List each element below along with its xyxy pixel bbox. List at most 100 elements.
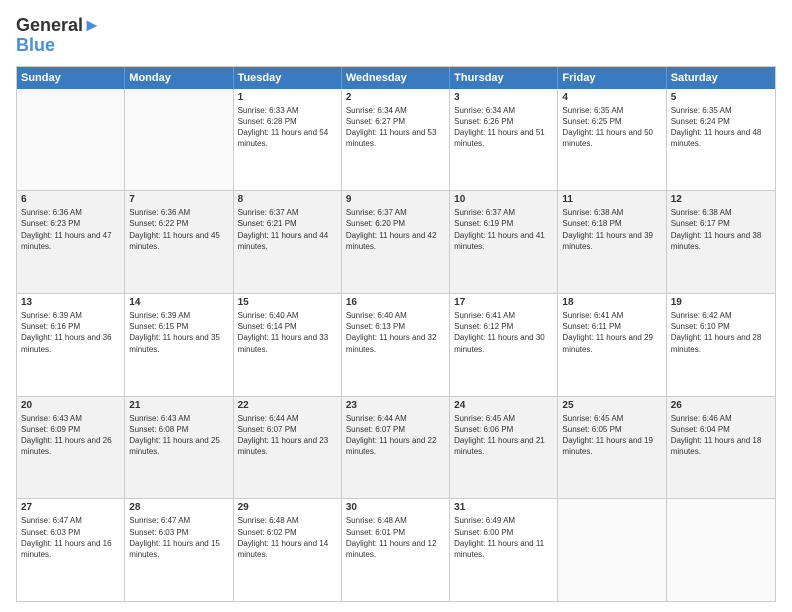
day-number: 22 bbox=[238, 400, 337, 411]
page: General► Blue SundayMondayTuesdayWednesd… bbox=[0, 0, 792, 612]
calendar-cell: 23 Sunrise: 6:44 AMSunset: 6:07 PMDayligh… bbox=[342, 397, 450, 499]
day-info: Sunrise: 6:41 AMSunset: 6:11 PMDaylight:… bbox=[562, 310, 661, 355]
calendar-cell bbox=[558, 499, 666, 601]
weekday-header-wednesday: Wednesday bbox=[342, 67, 450, 89]
day-info: Sunrise: 6:36 AMSunset: 6:23 PMDaylight:… bbox=[21, 207, 120, 252]
day-info: Sunrise: 6:42 AMSunset: 6:10 PMDaylight:… bbox=[671, 310, 771, 355]
calendar-cell: 28Sunrise: 6:47 AMSunset: 6:03 PMDayligh… bbox=[125, 499, 233, 601]
calendar-cell: 26 Sunrise: 6:46 AMSunset: 6:04 PMDayligh… bbox=[667, 397, 775, 499]
weekday-header-saturday: Saturday bbox=[667, 67, 775, 89]
day-number: 3 bbox=[454, 92, 553, 103]
day-number: 6 bbox=[21, 194, 120, 205]
calendar-cell: 30Sunrise: 6:48 AMSunset: 6:01 PMDayligh… bbox=[342, 499, 450, 601]
day-number: 7 bbox=[129, 194, 228, 205]
calendar-cell: 24 Sunrise: 6:45 AMSunset: 6:06 PMDayligh… bbox=[450, 397, 558, 499]
calendar-cell: 17 Sunrise: 6:41 AMSunset: 6:12 PMDayligh… bbox=[450, 294, 558, 396]
day-number: 21 bbox=[129, 400, 228, 411]
day-info: Sunrise: 6:48 AMSunset: 6:02 PMDaylight:… bbox=[238, 515, 337, 560]
day-info: Sunrise: 6:39 AMSunset: 6:15 PMDaylight:… bbox=[129, 310, 228, 355]
day-info: Sunrise: 6:47 AMSunset: 6:03 PMDaylight:… bbox=[129, 515, 228, 560]
day-number: 10 bbox=[454, 194, 553, 205]
calendar-header: SundayMondayTuesdayWednesdayThursdayFrid… bbox=[17, 67, 775, 89]
day-number: 16 bbox=[346, 297, 445, 308]
day-number: 20 bbox=[21, 400, 120, 411]
calendar-cell: 21Sunrise: 6:43 AMSunset: 6:08 PMDayligh… bbox=[125, 397, 233, 499]
day-number: 15 bbox=[238, 297, 337, 308]
calendar-cell bbox=[667, 499, 775, 601]
weekday-header-tuesday: Tuesday bbox=[234, 67, 342, 89]
day-info: Sunrise: 6:41 AMSunset: 6:12 PMDaylight:… bbox=[454, 310, 553, 355]
calendar-cell: 29 Sunrise: 6:48 AMSunset: 6:02 PMDayligh… bbox=[234, 499, 342, 601]
day-info: Sunrise: 6:40 AMSunset: 6:13 PMDaylight:… bbox=[346, 310, 445, 355]
calendar-cell: 13 Sunrise: 6:39 AMSunset: 6:16 PMDayligh… bbox=[17, 294, 125, 396]
calendar-cell: 27 Sunrise: 6:47 AMSunset: 6:03 PMDayligh… bbox=[17, 499, 125, 601]
day-number: 9 bbox=[346, 194, 445, 205]
day-number: 29 bbox=[238, 502, 337, 513]
calendar-cell: 25 Sunrise: 6:45 AMSunset: 6:05 PMDayligh… bbox=[558, 397, 666, 499]
calendar-cell: 14Sunrise: 6:39 AMSunset: 6:15 PMDayligh… bbox=[125, 294, 233, 396]
logo-blue: Blue bbox=[16, 36, 101, 56]
weekday-header-monday: Monday bbox=[125, 67, 233, 89]
day-info: Sunrise: 6:38 AMSunset: 6:17 PMDaylight:… bbox=[671, 207, 771, 252]
day-number: 25 bbox=[562, 400, 661, 411]
day-number: 5 bbox=[671, 92, 771, 103]
calendar-cell: 18Sunrise: 6:41 AMSunset: 6:11 PMDayligh… bbox=[558, 294, 666, 396]
calendar-cell: 16 Sunrise: 6:40 AMSunset: 6:13 PMDayligh… bbox=[342, 294, 450, 396]
day-info: Sunrise: 6:33 AMSunset: 6:28 PMDaylight:… bbox=[238, 105, 337, 150]
calendar-cell: 4Sunrise: 6:35 AMSunset: 6:25 PMDaylight… bbox=[558, 89, 666, 191]
calendar: SundayMondayTuesdayWednesdayThursdayFrid… bbox=[16, 66, 776, 602]
day-info: Sunrise: 6:38 AMSunset: 6:18 PMDaylight:… bbox=[562, 207, 661, 252]
day-info: Sunrise: 6:48 AMSunset: 6:01 PMDaylight:… bbox=[346, 515, 445, 560]
calendar-cell: 10 Sunrise: 6:37 AMSunset: 6:19 PMDayligh… bbox=[450, 191, 558, 293]
day-info: Sunrise: 6:37 AMSunset: 6:19 PMDaylight:… bbox=[454, 207, 553, 252]
calendar-cell bbox=[125, 89, 233, 191]
calendar-cell: 1 Sunrise: 6:33 AMSunset: 6:28 PMDaylight… bbox=[234, 89, 342, 191]
day-number: 19 bbox=[671, 297, 771, 308]
calendar-cell: 12 Sunrise: 6:38 AMSunset: 6:17 PMDayligh… bbox=[667, 191, 775, 293]
day-number: 23 bbox=[346, 400, 445, 411]
calendar-cell bbox=[17, 89, 125, 191]
day-number: 27 bbox=[21, 502, 120, 513]
day-info: Sunrise: 6:40 AMSunset: 6:14 PMDaylight:… bbox=[238, 310, 337, 355]
day-info: Sunrise: 6:34 AMSunset: 6:26 PMDaylight:… bbox=[454, 105, 553, 150]
day-info: Sunrise: 6:44 AMSunset: 6:07 PMDaylight:… bbox=[238, 413, 337, 458]
day-info: Sunrise: 6:43 AMSunset: 6:09 PMDaylight:… bbox=[21, 413, 120, 458]
day-info: Sunrise: 6:37 AMSunset: 6:20 PMDaylight:… bbox=[346, 207, 445, 252]
calendar-week-4: 20 Sunrise: 6:43 AMSunset: 6:09 PMDayligh… bbox=[17, 397, 775, 500]
calendar-cell: 11Sunrise: 6:38 AMSunset: 6:18 PMDayligh… bbox=[558, 191, 666, 293]
day-number: 13 bbox=[21, 297, 120, 308]
calendar-cell: 19 Sunrise: 6:42 AMSunset: 6:10 PMDayligh… bbox=[667, 294, 775, 396]
day-number: 26 bbox=[671, 400, 771, 411]
day-number: 12 bbox=[671, 194, 771, 205]
weekday-header-sunday: Sunday bbox=[17, 67, 125, 89]
calendar-cell: 5 Sunrise: 6:35 AMSunset: 6:24 PMDaylight… bbox=[667, 89, 775, 191]
calendar-body: 1 Sunrise: 6:33 AMSunset: 6:28 PMDaylight… bbox=[17, 89, 775, 601]
calendar-week-3: 13 Sunrise: 6:39 AMSunset: 6:16 PMDayligh… bbox=[17, 294, 775, 397]
day-number: 24 bbox=[454, 400, 553, 411]
day-info: Sunrise: 6:44 AMSunset: 6:07 PMDaylight:… bbox=[346, 413, 445, 458]
day-info: Sunrise: 6:35 AMSunset: 6:24 PMDaylight:… bbox=[671, 105, 771, 150]
day-info: Sunrise: 6:45 AMSunset: 6:06 PMDaylight:… bbox=[454, 413, 553, 458]
calendar-week-1: 1 Sunrise: 6:33 AMSunset: 6:28 PMDaylight… bbox=[17, 89, 775, 192]
logo: General► Blue bbox=[16, 16, 101, 56]
calendar-cell: 2Sunrise: 6:34 AMSunset: 6:27 PMDaylight… bbox=[342, 89, 450, 191]
day-info: Sunrise: 6:46 AMSunset: 6:04 PMDaylight:… bbox=[671, 413, 771, 458]
calendar-cell: 6 Sunrise: 6:36 AMSunset: 6:23 PMDaylight… bbox=[17, 191, 125, 293]
calendar-cell: 22 Sunrise: 6:44 AMSunset: 6:07 PMDayligh… bbox=[234, 397, 342, 499]
day-info: Sunrise: 6:45 AMSunset: 6:05 PMDaylight:… bbox=[562, 413, 661, 458]
day-info: Sunrise: 6:49 AMSunset: 6:00 PMDaylight:… bbox=[454, 515, 553, 560]
logo-triangle: ► bbox=[83, 15, 101, 35]
calendar-week-5: 27 Sunrise: 6:47 AMSunset: 6:03 PMDayligh… bbox=[17, 499, 775, 601]
logo-text: General► Blue bbox=[16, 16, 101, 56]
day-number: 4 bbox=[562, 92, 661, 103]
calendar-cell: 15 Sunrise: 6:40 AMSunset: 6:14 PMDayligh… bbox=[234, 294, 342, 396]
calendar-cell: 20 Sunrise: 6:43 AMSunset: 6:09 PMDayligh… bbox=[17, 397, 125, 499]
day-info: Sunrise: 6:34 AMSunset: 6:27 PMDaylight:… bbox=[346, 105, 445, 150]
calendar-cell: 7Sunrise: 6:36 AMSunset: 6:22 PMDaylight… bbox=[125, 191, 233, 293]
day-number: 1 bbox=[238, 92, 337, 103]
day-info: Sunrise: 6:39 AMSunset: 6:16 PMDaylight:… bbox=[21, 310, 120, 355]
logo-general: General► bbox=[16, 16, 101, 36]
calendar-cell: 8Sunrise: 6:37 AMSunset: 6:21 PMDaylight… bbox=[234, 191, 342, 293]
day-info: Sunrise: 6:47 AMSunset: 6:03 PMDaylight:… bbox=[21, 515, 120, 560]
day-number: 17 bbox=[454, 297, 553, 308]
